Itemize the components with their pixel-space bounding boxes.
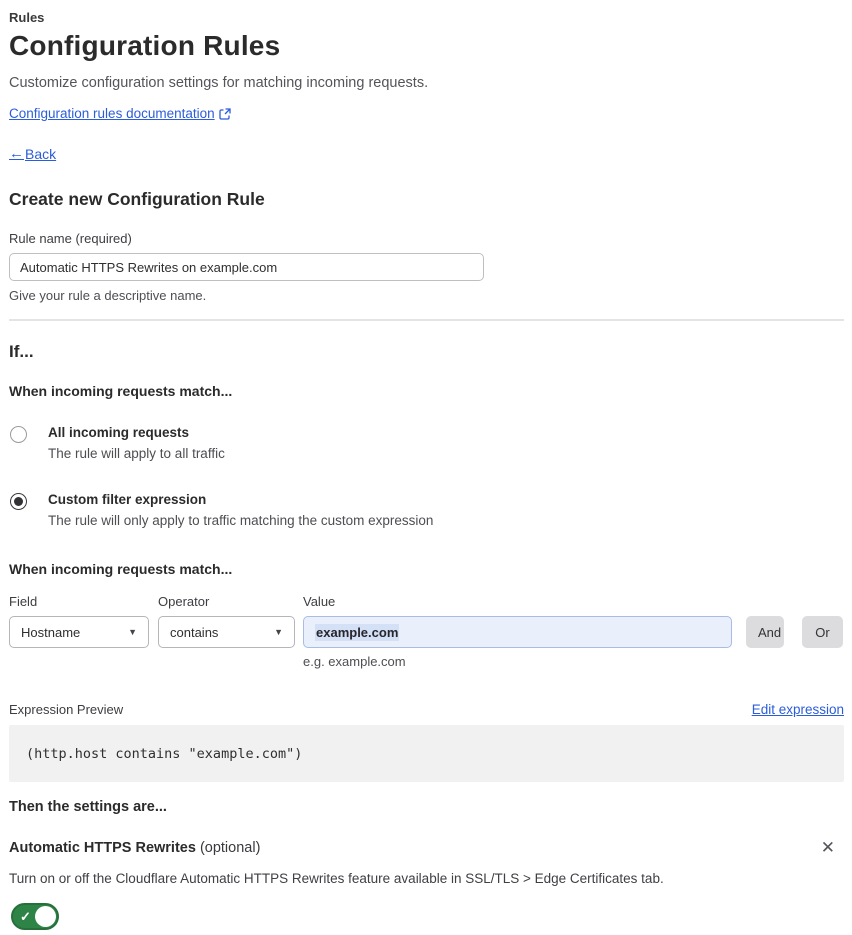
radio-option-custom-filter[interactable]: Custom filter expression The rule will o… (9, 492, 844, 528)
breadcrumb: Rules (9, 10, 45, 25)
or-button[interactable]: Or (802, 616, 843, 648)
edit-expression-link[interactable]: Edit expression (752, 702, 844, 717)
https-rewrites-toggle[interactable]: ✓ (11, 903, 59, 930)
and-button[interactable]: And (746, 616, 784, 648)
radio-button-unchecked[interactable] (10, 426, 27, 443)
page-description: Customize configuration settings for mat… (9, 75, 429, 91)
value-input[interactable]: example.com (303, 616, 732, 648)
value-input-text: example.com (315, 623, 400, 641)
field-select[interactable]: Hostname ▼ (9, 616, 149, 648)
setting-description: Turn on or off the Cloudflare Automatic … (9, 871, 664, 886)
rule-name-help: Give your rule a descriptive name. (9, 288, 207, 303)
operator-label: Operator (158, 594, 210, 609)
rule-name-input[interactable]: Automatic HTTPS Rewrites on example.com (9, 253, 484, 281)
expression-preview-box: (http.host contains "example.com") (9, 725, 844, 782)
chevron-down-icon: ▼ (274, 627, 283, 637)
then-settings-heading: Then the settings are... (9, 799, 167, 815)
setting-name: Automatic HTTPS Rewrites (9, 839, 196, 856)
radio-button-checked[interactable] (10, 493, 27, 510)
radio-option-all-incoming[interactable]: All incoming requests The rule will appl… (9, 425, 844, 461)
value-example-help: e.g. example.com (303, 654, 406, 669)
field-label: Field (9, 594, 38, 609)
filter-builder-heading: When incoming requests match... (9, 561, 233, 577)
value-label: Value (303, 594, 336, 609)
radio-desc-custom-filter: The rule will only apply to traffic matc… (48, 513, 434, 528)
expression-preview-label: Expression Preview (9, 702, 124, 717)
radio-desc-all-incoming: The rule will apply to all traffic (48, 446, 225, 461)
configuration-rules-page: Rules Configuration Rules Customize conf… (0, 0, 852, 935)
setting-optional-label: (optional) (195, 839, 261, 856)
rule-name-label: Rule name (required) (9, 231, 132, 246)
field-select-value: Hostname (21, 624, 81, 640)
radio-label-custom-filter[interactable]: Custom filter expression (48, 492, 433, 507)
create-rule-heading: Create new Configuration Rule (9, 189, 265, 209)
close-icon[interactable]: ✕ (819, 837, 837, 858)
section-divider (9, 319, 844, 321)
toggle-knob (35, 906, 56, 927)
operator-select-value: contains (170, 624, 219, 640)
back-arrow-icon: ← (9, 145, 24, 162)
operator-select[interactable]: contains ▼ (158, 616, 295, 648)
page-title: Configuration Rules (9, 30, 281, 61)
expression-code: (http.host contains "example.com") (26, 745, 303, 762)
if-heading: If... (9, 342, 34, 361)
back-link-label: Back (25, 145, 57, 162)
radio-label-all-incoming[interactable]: All incoming requests (48, 425, 225, 440)
external-link-icon (218, 107, 231, 120)
match-type-heading: When incoming requests match... (9, 383, 233, 399)
back-link[interactable]: ← Back (9, 145, 56, 162)
documentation-link[interactable]: Configuration rules documentation (9, 106, 215, 121)
check-icon: ✓ (20, 909, 31, 924)
chevron-down-icon: ▼ (128, 627, 137, 637)
